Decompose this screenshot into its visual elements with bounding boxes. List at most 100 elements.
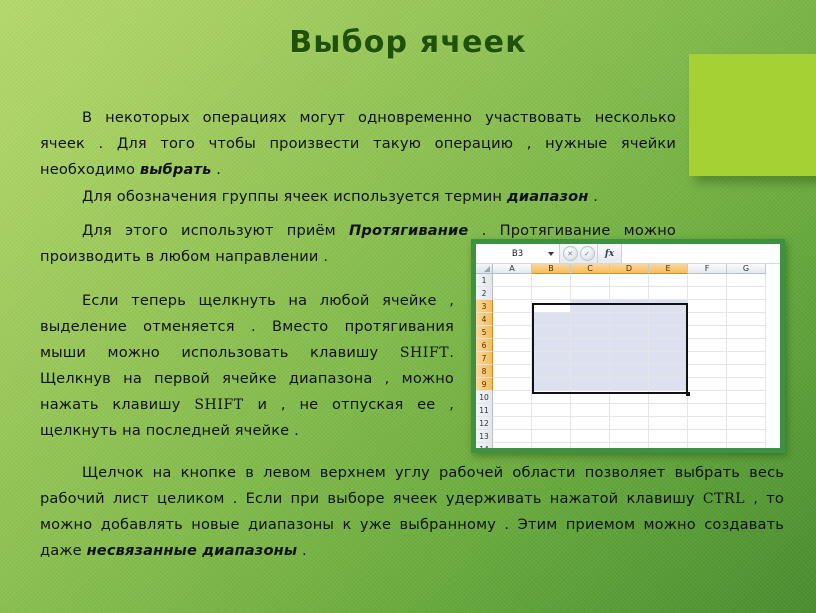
grid-cell[interactable] <box>610 391 649 404</box>
row-header[interactable]: 1 <box>476 274 493 287</box>
grid-cell[interactable] <box>649 443 688 448</box>
grid-cell[interactable] <box>532 417 571 430</box>
grid-cell[interactable] <box>610 443 649 448</box>
grid-cell[interactable] <box>571 300 610 313</box>
column-header[interactable]: F <box>688 264 727 274</box>
grid-cell[interactable] <box>610 274 649 287</box>
grid-cell[interactable] <box>727 352 766 365</box>
grid-cell[interactable] <box>727 404 766 417</box>
grid-cell[interactable] <box>727 417 766 430</box>
grid-cell[interactable] <box>493 430 532 443</box>
grid-cell[interactable] <box>493 352 532 365</box>
grid-cell[interactable] <box>610 287 649 300</box>
grid-cell[interactable] <box>688 391 727 404</box>
grid-cell[interactable] <box>571 365 610 378</box>
grid-cell[interactable] <box>649 339 688 352</box>
grid-cell[interactable] <box>571 287 610 300</box>
grid-cell[interactable] <box>532 443 571 448</box>
grid-cell[interactable] <box>649 313 688 326</box>
grid-cell[interactable] <box>688 313 727 326</box>
grid-cell[interactable] <box>610 430 649 443</box>
grid-cell[interactable] <box>493 326 532 339</box>
grid-cell[interactable] <box>532 365 571 378</box>
grid-cell[interactable] <box>688 378 727 391</box>
grid-cell[interactable] <box>688 365 727 378</box>
grid-cell[interactable] <box>571 339 610 352</box>
column-header[interactable]: C <box>571 264 610 274</box>
column-header[interactable]: G <box>727 264 766 274</box>
grid-cell[interactable] <box>493 391 532 404</box>
row-header[interactable]: 7 <box>476 352 493 365</box>
grid-cell[interactable] <box>493 404 532 417</box>
grid-cell[interactable] <box>493 274 532 287</box>
grid-cell[interactable] <box>571 313 610 326</box>
column-header[interactable]: A <box>493 264 532 274</box>
row-header[interactable]: 13 <box>476 430 493 443</box>
grid-cell[interactable] <box>610 378 649 391</box>
grid-cell[interactable] <box>493 300 532 313</box>
grid-cell[interactable] <box>649 378 688 391</box>
select-all-button[interactable] <box>476 264 493 274</box>
grid-cell[interactable] <box>532 378 571 391</box>
grid-cell[interactable] <box>571 430 610 443</box>
grid-cell[interactable] <box>727 365 766 378</box>
grid-cell[interactable] <box>688 404 727 417</box>
column-header[interactable]: B <box>532 264 571 274</box>
grid-cell[interactable] <box>727 339 766 352</box>
cancel-icon[interactable]: ✕ <box>562 246 578 261</box>
row-header[interactable]: 9 <box>476 378 493 391</box>
grid-cell[interactable] <box>688 274 727 287</box>
grid-cell[interactable] <box>688 326 727 339</box>
grid-cell[interactable] <box>610 417 649 430</box>
grid-cell[interactable] <box>727 430 766 443</box>
grid-cell[interactable] <box>610 365 649 378</box>
grid-cell[interactable] <box>727 378 766 391</box>
grid-cell[interactable] <box>532 391 571 404</box>
row-header[interactable]: 5 <box>476 326 493 339</box>
grid-cell[interactable] <box>649 430 688 443</box>
grid-cell[interactable] <box>610 313 649 326</box>
column-header[interactable]: E <box>649 264 688 274</box>
grid-cell[interactable] <box>688 287 727 300</box>
grid-cell[interactable] <box>532 274 571 287</box>
grid-cell[interactable] <box>571 391 610 404</box>
row-header[interactable]: 11 <box>476 404 493 417</box>
row-header[interactable]: 4 <box>476 313 493 326</box>
grid-cell[interactable] <box>493 417 532 430</box>
grid-cell[interactable] <box>493 339 532 352</box>
grid-cell[interactable] <box>727 326 766 339</box>
grid-cell[interactable] <box>493 313 532 326</box>
grid-cell[interactable] <box>610 326 649 339</box>
grid-cell[interactable] <box>493 287 532 300</box>
grid-cell[interactable] <box>649 300 688 313</box>
grid-cell[interactable] <box>571 417 610 430</box>
grid-cell[interactable] <box>532 313 571 326</box>
grid-cell[interactable] <box>688 339 727 352</box>
grid-cell[interactable] <box>571 326 610 339</box>
row-header[interactable]: 14 <box>476 443 493 448</box>
grid-cell[interactable] <box>727 391 766 404</box>
grid-cell[interactable] <box>688 443 727 448</box>
grid-cell[interactable] <box>649 274 688 287</box>
grid-cell[interactable] <box>493 443 532 448</box>
grid-cell[interactable] <box>571 352 610 365</box>
grid-cell[interactable] <box>571 378 610 391</box>
grid-cell[interactable] <box>493 378 532 391</box>
grid-cell[interactable] <box>571 443 610 448</box>
grid-cell[interactable] <box>610 352 649 365</box>
grid-cell[interactable] <box>571 404 610 417</box>
grid-cell[interactable] <box>532 430 571 443</box>
grid-cell[interactable] <box>727 443 766 448</box>
grid-cell[interactable] <box>649 352 688 365</box>
row-header[interactable]: 12 <box>476 417 493 430</box>
grid-cell[interactable] <box>727 313 766 326</box>
grid-cell[interactable] <box>727 287 766 300</box>
chevron-down-icon[interactable] <box>548 251 554 256</box>
formula-input[interactable] <box>622 244 780 263</box>
grid-cell[interactable] <box>649 326 688 339</box>
grid-cell[interactable] <box>532 287 571 300</box>
row-header[interactable]: 8 <box>476 365 493 378</box>
grid-cell[interactable] <box>610 404 649 417</box>
row-header[interactable]: 3 <box>476 300 493 313</box>
check-icon[interactable]: ✓ <box>579 246 595 261</box>
